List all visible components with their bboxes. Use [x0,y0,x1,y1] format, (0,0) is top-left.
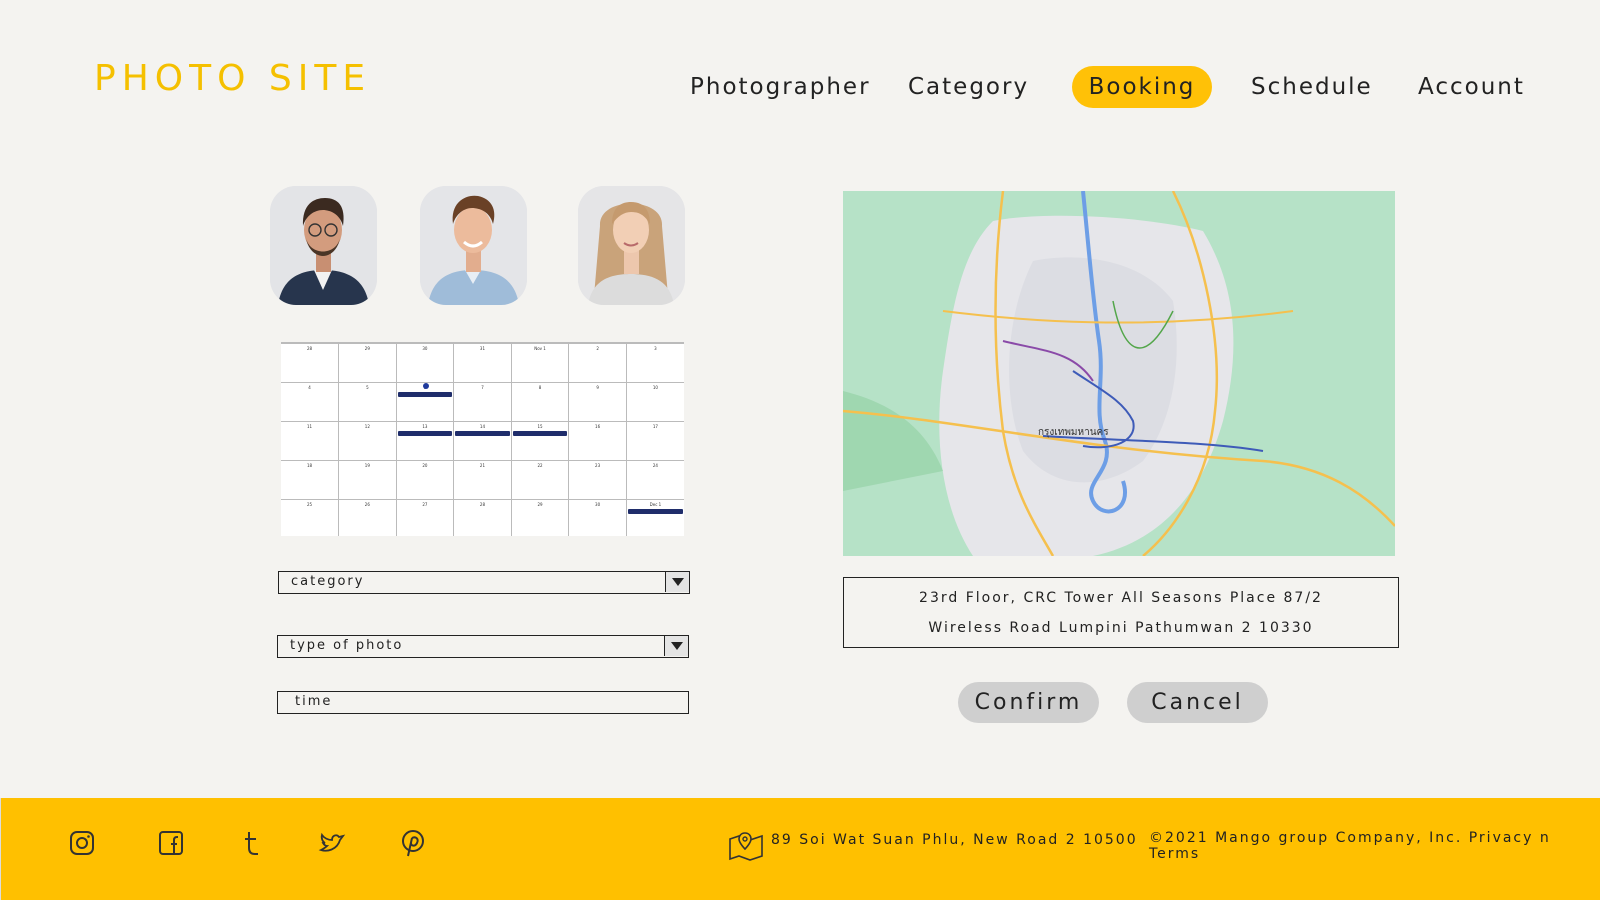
cancel-button[interactable]: Cancel [1127,682,1268,723]
calendar-day[interactable]: 17 [625,420,684,461]
calendar-event-bar[interactable] [397,430,453,436]
calendar-day-with-event[interactable]: 15 [510,420,570,461]
address-box: 23rd Floor, CRC Tower All Seasons Place … [843,577,1399,648]
photographer-portrait-3 [578,186,685,305]
calendar-day[interactable]: 26 [338,498,397,536]
calendar-day-with-event[interactable]: 6 [395,381,455,422]
category-select[interactable]: category [278,571,690,594]
calendar-day[interactable]: 27 [395,498,455,536]
calendar-day-with-event[interactable]: Dec 1 [625,498,684,536]
calendar-day[interactable]: 11 [281,420,340,461]
calendar-day[interactable]: 10 [625,381,684,422]
calendar-day[interactable]: 25 [281,498,340,536]
calendar-day[interactable]: 21 [453,459,512,500]
nav-category[interactable]: Category [908,66,1027,108]
tumblr-icon[interactable] [237,828,267,858]
calendar-day-with-event[interactable]: 13 [395,420,455,461]
calendar-day[interactable]: 4 [281,381,340,422]
time-input[interactable]: time [277,691,689,714]
calendar-day[interactable]: 9 [568,381,627,422]
site-footer: 89 Soi Wat Suan Phlu, New Road 2 10500 ©… [0,798,1600,900]
photographer-portrait-2 [420,186,527,305]
calendar-day-number: Dec 1 [649,501,662,507]
calendar-day-number: 15 [537,423,543,429]
calendar-day[interactable]: Nov 1 [510,343,570,383]
photographer-avatar-2[interactable] [420,186,527,305]
calendar-day[interactable]: 29 [338,343,397,383]
event-dot [422,382,429,389]
calendar-day[interactable]: 7 [453,381,512,422]
pinterest-icon[interactable] [398,828,428,858]
twitter-icon[interactable] [317,828,347,858]
calendar-day[interactable]: 24 [625,459,684,500]
nav-schedule[interactable]: Schedule [1251,66,1371,108]
calendar-day[interactable]: 5 [338,381,397,422]
instagram-icon[interactable] [67,828,97,858]
calendar-day[interactable]: 23 [568,459,627,500]
calendar-day[interactable]: 16 [568,420,627,461]
photo-type-select-value: type of photo [290,638,404,653]
location-map[interactable]: กรุงเทพมหานคร [843,191,1395,556]
footer-copyright[interactable]: ©2021 Mango group Company, Inc. Privacy … [1149,830,1600,862]
calendar-event-bar[interactable] [512,430,568,436]
calendar-day[interactable]: 28 [281,343,340,383]
footer-address: 89 Soi Wat Suan Phlu, New Road 2 10500 [771,832,1138,848]
calendar-day[interactable]: 28 [453,498,512,536]
photographer-portrait-1 [270,186,377,305]
calendar-day-with-event[interactable]: 14 [453,420,512,461]
photo-type-select[interactable]: type of photo [277,635,689,658]
calendar-day[interactable]: 30 [568,498,627,536]
site-logo[interactable]: PHOTO SITE [94,58,371,99]
calendar-day[interactable]: 8 [510,381,570,422]
confirm-button[interactable]: Confirm [958,682,1099,723]
calendar-day[interactable]: 31 [453,343,512,383]
calendar-day[interactable]: 18 [281,459,340,500]
calendar-day-number: 14 [479,423,486,429]
calendar-event-bar[interactable] [455,430,510,436]
nav-account[interactable]: Account [1418,66,1523,108]
calendar-day[interactable]: 3 [625,343,684,383]
calendar-day[interactable]: 12 [338,420,397,461]
nav-photographer[interactable]: Photographer [690,66,869,108]
photographer-avatar-3[interactable] [578,186,685,305]
chevron-down-icon[interactable] [664,636,688,656]
photographer-avatar-1[interactable] [270,186,377,305]
address-line-2: Wireless Road Lumpini Pathumwan 2 10330 [928,620,1314,636]
calendar-event-bar[interactable] [397,391,453,397]
facebook-icon[interactable] [156,828,186,858]
booking-calendar[interactable]: 28 29 30 31 Nov 1 2 3 4 5 6 7 8 9 10 11 … [281,342,684,536]
calendar-day[interactable]: 22 [510,459,570,500]
calendar-day[interactable]: 19 [338,459,397,500]
category-select-value: category [291,574,365,589]
map-city-label: กรุงเทพมหานคร [1038,427,1109,438]
calendar-day[interactable]: 29 [510,498,570,536]
map-pin-icon [729,832,763,861]
calendar-day[interactable]: 30 [395,343,455,383]
map-graphic: กรุงเทพมหานคร [843,191,1395,556]
time-input-value: time [295,694,333,709]
calendar-day[interactable]: 2 [568,343,627,383]
calendar-day[interactable]: 20 [395,459,455,500]
address-line-1: 23rd Floor, CRC Tower All Seasons Place … [919,590,1323,606]
nav-booking[interactable]: Booking [1072,66,1212,108]
chevron-down-icon[interactable] [665,572,689,592]
calendar-grid: 28 29 30 31 Nov 1 2 3 4 5 6 7 8 9 10 11 … [281,343,684,536]
calendar-day-number: 13 [422,423,428,429]
calendar-event-bar[interactable] [627,508,683,514]
